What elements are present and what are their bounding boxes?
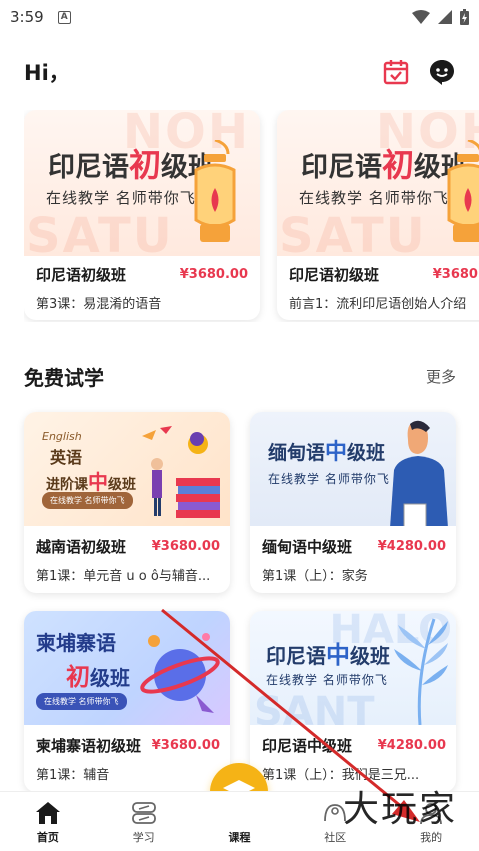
banner-text: 柬埔寨语 [36,631,116,655]
course-lesson: 第1课：单元音 u o ô与辅音... [36,569,211,584]
course-card[interactable]: NOH SATU 印尼语初级班 在线教学 名师带你飞 印尼语初级班 ¥3680.… [277,110,479,320]
wifi-icon [412,10,430,24]
community-icon [322,801,348,825]
banner-text: 英语 [50,448,83,467]
tab-label: 社区 [324,831,347,844]
banner-tag: 在线教学 名师带你飞 [42,492,133,509]
course-title: 印尼语初级班 [289,266,380,284]
chat-bubble-icon[interactable] [429,59,455,85]
course-banner: NOH SATU 印尼语初级班 在线教学 名师带你飞 [277,110,479,256]
course-card[interactable]: NOH SATU 印尼语初级班 在线教学 名师带你飞 印尼语初级班 ¥3680.… [24,110,260,320]
greeting-text: Hi， [24,61,70,85]
course-banner: 柬埔寨语 初级班 在线教学 名师带你飞 [24,611,230,725]
banner-title: 缅甸语中级班 [268,439,386,465]
planet-illustration [140,633,220,713]
course-banner: English 英语 进阶课中级班 在线教学 名师带你飞 [24,412,230,526]
signal-icon [438,10,452,24]
course-price: ¥4280.00 [377,738,446,753]
tab-study[interactable]: 学习 [96,792,192,851]
banner-tag: 在线教学 名师带你飞 [36,693,127,710]
lantern-illustration [447,140,479,242]
banner-watermark: SATU [279,208,427,256]
profile-icon [418,801,444,825]
battery-icon [460,9,469,25]
banner-title: 进阶课中级班 [46,470,136,494]
bottom-tab-bar: 首页 学习 课程 社区 我的 [0,791,479,851]
banner-subtitle: 在线教学 名师带你飞 [266,673,388,687]
banner-watermark: SANT [254,689,375,725]
home-icon [35,801,61,825]
course-banner: NOH SATU 印尼语初级班 在线教学 名师带你飞 [24,110,260,256]
banner-title: 初级班 [66,663,130,691]
home-header: Hi， [0,52,479,92]
course-price: ¥3680.00 [432,267,479,282]
tab-courses[interactable]: 课程 [192,792,288,851]
course-card[interactable]: 缅甸语中级班 在线教学 名师带你飞 缅甸语中级班 ¥4280.00 第1课（上）… [250,412,456,593]
calendar-check-icon[interactable] [383,59,409,85]
free-trial-header: 免费试学 更多 [24,362,456,391]
course-card[interactable]: 柬埔寨语 初级班 在线教学 名师带你飞 柬埔寨语初级班 ¥3680.00 第1课… [24,611,230,792]
banner-subtitle: 在线教学 名师带你飞 [299,189,449,207]
course-lesson: 第1课（上）：家务 [262,569,368,584]
tab-home[interactable]: 首页 [0,792,96,851]
course-price: ¥3680.00 [151,539,220,554]
banner-subtitle: 在线教学 名师带你飞 [46,189,196,207]
course-title: 越南语初级班 [36,538,127,556]
tab-label: 我的 [420,831,443,844]
course-price: ¥4280.00 [377,539,446,554]
leaf-illustration [394,618,448,725]
course-lesson: 第3课：易混淆的语音 [36,297,162,312]
course-lesson: 第1课（上）：我们是三兄... [262,768,420,783]
course-title: 印尼语中级班 [262,737,353,755]
more-link[interactable]: 更多 [426,366,456,387]
tab-label: 课程 [228,831,251,844]
course-banner: 缅甸语中级班 在线教学 名师带你飞 [250,412,456,526]
banner-subtitle: 在线教学 名师带你飞 [268,472,390,486]
my-courses-carousel[interactable]: NOH SATU 印尼语初级班 在线教学 名师带你飞 印尼语初级班 ¥3680.… [24,110,479,322]
tab-label: 学习 [132,831,155,844]
tab-community[interactable]: 社区 [287,792,383,851]
status-time: 3:59 [10,8,44,26]
course-card[interactable]: HALO SANT 印尼语中级班 在线教学 名师带你飞 印尼语中级班 ¥4280… [250,611,456,792]
course-lesson: 前言1：流利印尼语创始人介绍 [289,297,467,312]
course-lesson: 第1课：辅音 [36,768,110,783]
course-title: 缅甸语中级班 [262,538,353,556]
course-title: 印尼语初级班 [36,266,127,284]
status-bar: 3:59 A [0,0,479,34]
course-card[interactable]: English 英语 进阶课中级班 在线教学 名师带你飞 越南语初级班 ¥368… [24,412,230,593]
free-courses-grid: English 英语 进阶课中级班 在线教学 名师带你飞 越南语初级班 ¥368… [24,412,456,792]
tab-profile[interactable]: 我的 [383,792,479,851]
course-title: 柬埔寨语初级班 [36,737,142,755]
course-price: ¥3680.00 [151,738,220,753]
banner-text: English [42,430,82,443]
notification-a-icon: A [57,10,71,24]
books-illustration [142,426,220,518]
study-icon [131,801,157,825]
course-price: ¥3680.00 [179,267,248,282]
tab-label: 首页 [36,831,59,844]
course-banner: HALO SANT 印尼语中级班 在线教学 名师带你飞 [250,611,456,725]
section-title: 免费试学 [24,366,104,390]
banner-title: 印尼语中级班 [266,640,390,669]
teacher-illustration [390,420,448,526]
banner-watermark: SATU [26,208,174,256]
lantern-illustration [194,140,236,242]
